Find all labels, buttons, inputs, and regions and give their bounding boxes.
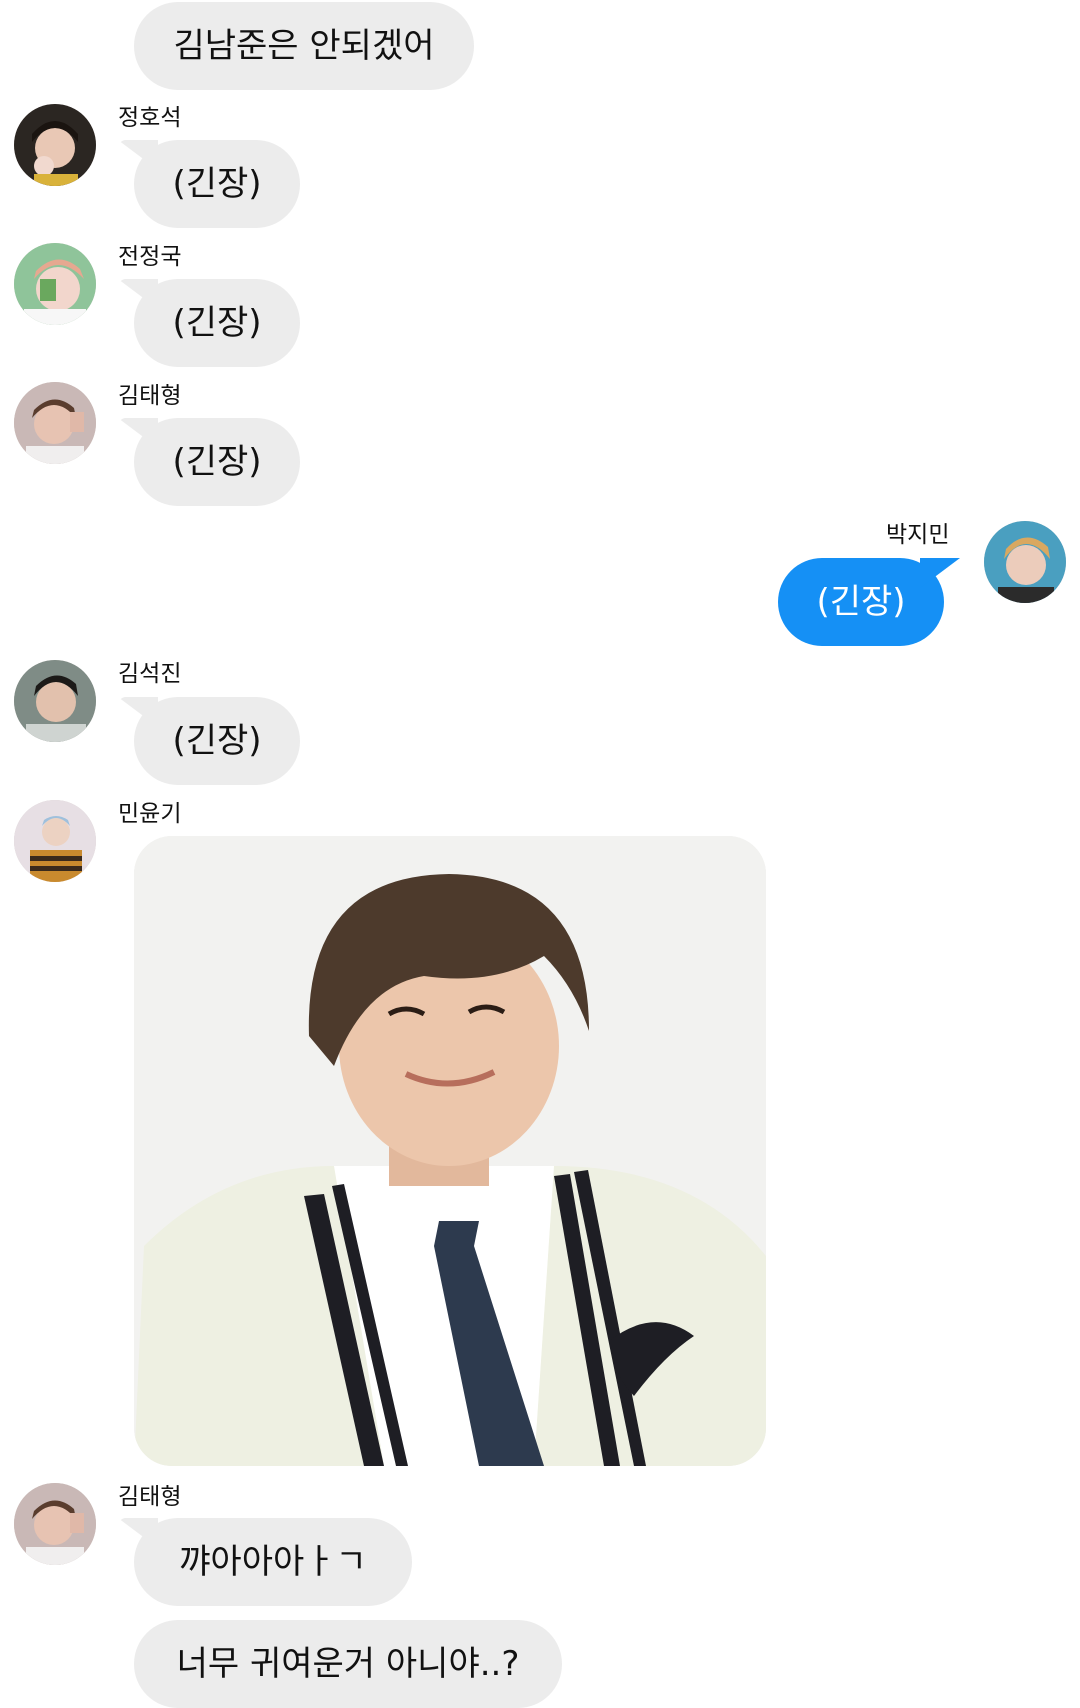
- boy-in-cardigan-photo[interactable]: [134, 836, 766, 1466]
- sender-name: 정호석: [118, 105, 182, 131]
- my-message-bubble[interactable]: (긴장): [778, 558, 944, 646]
- member-avatar-icon[interactable]: [14, 800, 96, 882]
- message-bubble[interactable]: (긴장): [134, 140, 300, 228]
- message-bubble[interactable]: (긴장): [134, 418, 300, 506]
- sender-name: 김태형: [118, 1484, 182, 1510]
- message-bubble[interactable]: (긴장): [134, 279, 300, 367]
- member-avatar-icon[interactable]: [14, 104, 96, 186]
- member-avatar-icon[interactable]: [14, 1483, 96, 1565]
- message-bubble[interactable]: 김남준은 안되겠어: [134, 2, 474, 90]
- member-avatar-icon[interactable]: [14, 660, 96, 742]
- sender-name: 전정국: [118, 244, 182, 270]
- sender-name: 김태형: [118, 383, 182, 409]
- sender-name: 김석진: [118, 661, 182, 687]
- member-avatar-icon[interactable]: [14, 243, 96, 325]
- message-bubble[interactable]: 꺄아아아ㅏㄱ: [134, 1518, 412, 1606]
- sender-name: 박지민: [886, 522, 950, 548]
- member-avatar-icon[interactable]: [14, 382, 96, 464]
- sender-name: 민윤기: [118, 801, 182, 827]
- member-avatar-icon[interactable]: [984, 521, 1066, 603]
- message-bubble[interactable]: (긴장): [134, 697, 300, 785]
